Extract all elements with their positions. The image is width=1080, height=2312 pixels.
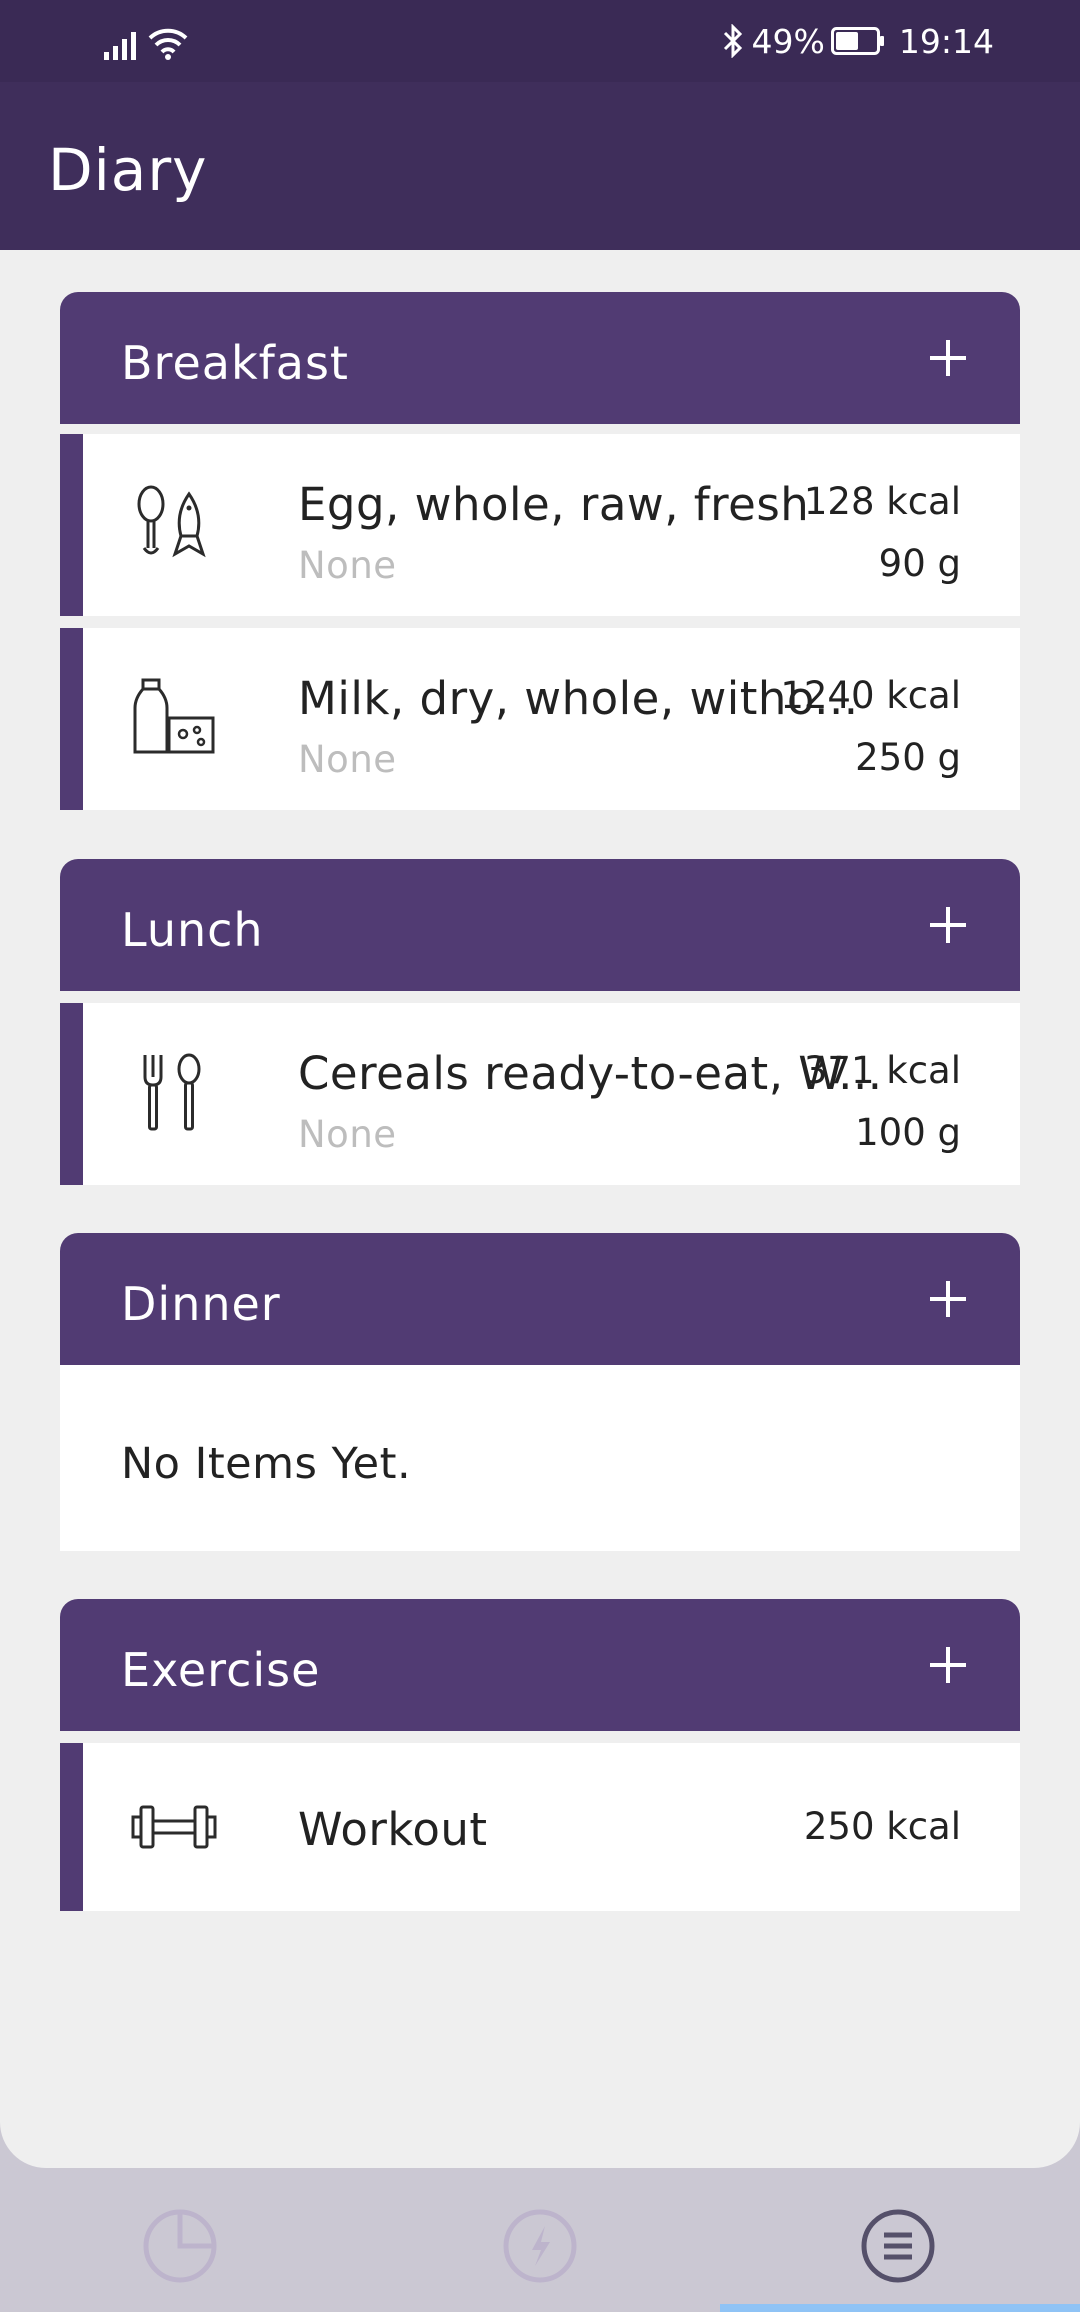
meat-fish-icon <box>137 485 206 558</box>
food-item-row[interactable]: Egg, whole, raw, fresh None 128 kcal 90 … <box>60 434 1020 616</box>
section-title: Breakfast <box>121 336 349 390</box>
empty-state: No Items Yet. <box>60 1365 1020 1551</box>
list-icon[interactable] <box>858 2206 938 2286</box>
section-header-breakfast: Breakfast <box>60 292 1020 424</box>
food-item-row[interactable]: Cereals ready-to-eat, W... None 371 kcal… <box>60 1003 1020 1185</box>
page-title: Diary <box>48 136 208 204</box>
item-kcal: 128 kcal <box>803 480 961 523</box>
item-kcal: 371 kcal <box>803 1049 961 1092</box>
bottom-nav <box>0 2168 1080 2312</box>
diary-screen: 49% 19:14 Diary Breakfast Egg, whole, ra… <box>0 0 1080 2312</box>
item-name: Workout <box>298 1803 488 1856</box>
section-title: Lunch <box>121 903 264 957</box>
item-kcal: 250 kcal <box>803 1805 961 1848</box>
item-weight: 250 g <box>855 736 961 779</box>
empty-state-text: No Items Yet. <box>121 1439 412 1489</box>
section-title: Dinner <box>121 1277 281 1331</box>
add-dinner-button[interactable] <box>926 1277 970 1321</box>
diary-content: Breakfast Egg, whole, raw, fresh None 12… <box>0 250 1080 2168</box>
energy-icon[interactable] <box>500 2206 580 2286</box>
item-subtitle: None <box>298 544 397 587</box>
signal-icon <box>104 32 136 60</box>
section-header-exercise: Exercise <box>60 1599 1020 1731</box>
add-lunch-button[interactable] <box>926 903 970 947</box>
battery-percent: 49% <box>751 21 825 61</box>
item-name: Milk, dry, whole, witho... <box>298 672 859 725</box>
add-breakfast-button[interactable] <box>926 336 970 380</box>
item-subtitle: None <box>298 1113 397 1156</box>
item-weight: 100 g <box>855 1111 961 1154</box>
item-kcal: 1240 kcal <box>780 674 961 717</box>
app-bar: Diary <box>0 82 1080 250</box>
battery-icon <box>830 27 884 55</box>
section-title: Exercise <box>121 1643 321 1697</box>
pie-chart-icon[interactable] <box>140 2206 220 2286</box>
fork-spoon-icon <box>143 1053 201 1131</box>
wifi-icon <box>148 28 188 60</box>
item-subtitle: None <box>298 738 397 781</box>
bluetooth-icon <box>723 24 742 58</box>
status-left <box>104 22 188 60</box>
item-weight: 90 g <box>878 542 961 585</box>
item-name: Egg, whole, raw, fresh <box>298 478 810 531</box>
milk-cheese-icon <box>133 678 215 754</box>
add-exercise-button[interactable] <box>926 1643 970 1687</box>
status-bar: 49% 19:14 <box>0 0 1080 82</box>
section-header-lunch: Lunch <box>60 859 1020 991</box>
status-right: 49% 19:14 <box>720 18 994 64</box>
clock: 19:14 <box>898 21 994 61</box>
item-name: Cereals ready-to-eat, W... <box>298 1047 883 1100</box>
exercise-item-row[interactable]: Workout 250 kcal <box>60 1743 1020 1911</box>
active-tab-indicator <box>720 2304 1080 2312</box>
food-item-row[interactable]: Milk, dry, whole, witho... None 1240 kca… <box>60 628 1020 810</box>
dumbbell-icon <box>131 1805 217 1849</box>
section-header-dinner: Dinner <box>60 1233 1020 1365</box>
